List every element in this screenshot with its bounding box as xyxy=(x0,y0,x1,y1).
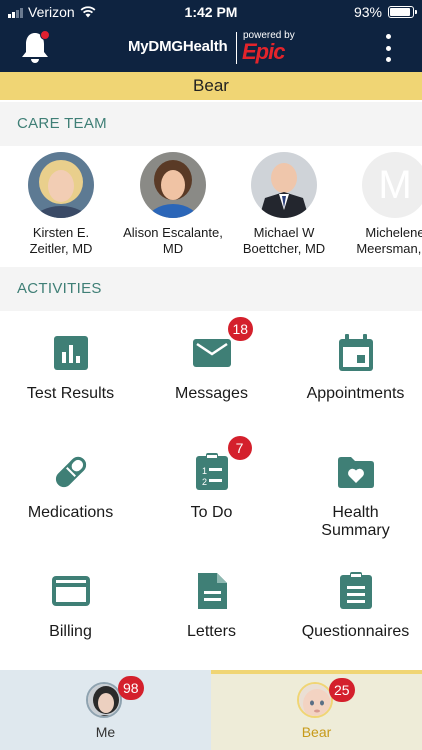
activity-label: Billing xyxy=(49,623,92,640)
provider-name-line2: Zeitler, MD xyxy=(29,241,93,256)
care-team-list[interactable]: Kirsten E. Zeitler, MD Alison Escalante,… xyxy=(0,146,422,267)
activities-header: ACTIVITIES xyxy=(0,267,422,311)
care-team-header: CARE TEAM xyxy=(0,102,422,146)
status-bar: Verizon 1:42 PM 93% xyxy=(0,0,422,24)
provider-photo xyxy=(28,152,94,218)
care-team-member[interactable]: Alison Escalante, MD xyxy=(113,152,233,257)
care-team-member[interactable]: Michael W Boettcher, MD xyxy=(224,152,344,257)
activity-label: Medications xyxy=(27,504,114,521)
activity-label: To Do xyxy=(190,504,233,521)
care-team-member[interactable]: M Michelene Meersman, P xyxy=(335,152,422,257)
activity-appointments[interactable]: Appointments xyxy=(285,333,422,403)
provider-name-line1: Michael W xyxy=(253,225,315,240)
avatar xyxy=(86,682,122,718)
activity-letters[interactable]: Letters xyxy=(141,571,282,641)
app-header: MyDMGHealth powered by Epic xyxy=(0,24,422,72)
provider-name-line1: Kirsten E. xyxy=(32,225,90,240)
battery-icon xyxy=(388,6,417,18)
notification-dot xyxy=(40,30,50,40)
provider-name-line1: Michelene xyxy=(365,225,422,240)
activity-label-line2: Summary xyxy=(321,522,390,539)
clipboard-icon xyxy=(339,572,372,609)
activity-label: Messages xyxy=(175,385,248,402)
provider-photo xyxy=(140,152,206,218)
provider-name-line2: MD xyxy=(162,241,184,256)
tab-label: Me xyxy=(95,724,116,740)
svg-text:2: 2 xyxy=(202,477,207,487)
more-menu-icon[interactable] xyxy=(386,34,392,62)
battery-percent: 93% xyxy=(353,4,382,20)
tab-bear[interactable]: 25 Bear xyxy=(211,670,422,750)
pill-icon xyxy=(55,456,86,488)
svg-text:1: 1 xyxy=(202,466,207,476)
checklist-icon: 1 2 xyxy=(195,453,228,490)
patient-banner: Bear xyxy=(0,72,422,100)
me-badge: 98 xyxy=(118,676,144,700)
avatar xyxy=(297,682,333,718)
activity-to-do[interactable]: 1 2 7 To Do xyxy=(141,436,282,522)
activity-label: Appointments xyxy=(306,385,405,402)
patient-tab-bar: 98 Me 25 Bear xyxy=(0,670,422,750)
calendar-icon xyxy=(338,334,373,371)
document-icon xyxy=(197,573,227,609)
envelope-icon xyxy=(192,339,231,367)
activities-grid: Test Results 18 Messages Appointments Me… xyxy=(0,311,422,670)
provider-name-line2: Meersman, P xyxy=(356,241,422,256)
provider-name-line2: Boettcher, MD xyxy=(242,241,326,256)
activity-label: Test Results xyxy=(26,385,115,402)
folder-heart-icon xyxy=(337,457,374,488)
activity-test-results[interactable]: Test Results xyxy=(0,333,141,403)
tab-label: Bear xyxy=(301,724,332,740)
bear-badge: 25 xyxy=(329,678,355,702)
provider-name-line1: Alison Escalante, xyxy=(123,225,223,240)
chart-icon xyxy=(53,336,88,370)
logo-divider xyxy=(236,32,237,64)
activity-questionnaires[interactable]: Questionnaires xyxy=(285,571,422,641)
credit-card-icon xyxy=(51,576,90,606)
activity-health-summary[interactable]: Health Summary xyxy=(285,452,422,540)
activity-messages[interactable]: 18 Messages xyxy=(141,317,282,403)
to-do-badge: 7 xyxy=(227,436,252,460)
activity-label: Questionnaires xyxy=(301,623,410,640)
activity-billing[interactable]: Billing xyxy=(0,571,141,641)
provider-photo xyxy=(251,152,317,218)
activity-label: Letters xyxy=(187,623,236,640)
care-team-member[interactable]: Kirsten E. Zeitler, MD xyxy=(1,152,121,257)
tab-me[interactable]: 98 Me xyxy=(0,670,211,750)
activity-label-line1: Health xyxy=(332,504,379,521)
epic-logo: Epic xyxy=(242,39,285,64)
activity-medications[interactable]: Medications xyxy=(0,452,141,522)
provider-initial-avatar: M xyxy=(362,152,422,218)
messages-badge: 18 xyxy=(227,317,254,341)
brand-logo: MyDMGHealth xyxy=(128,38,228,55)
